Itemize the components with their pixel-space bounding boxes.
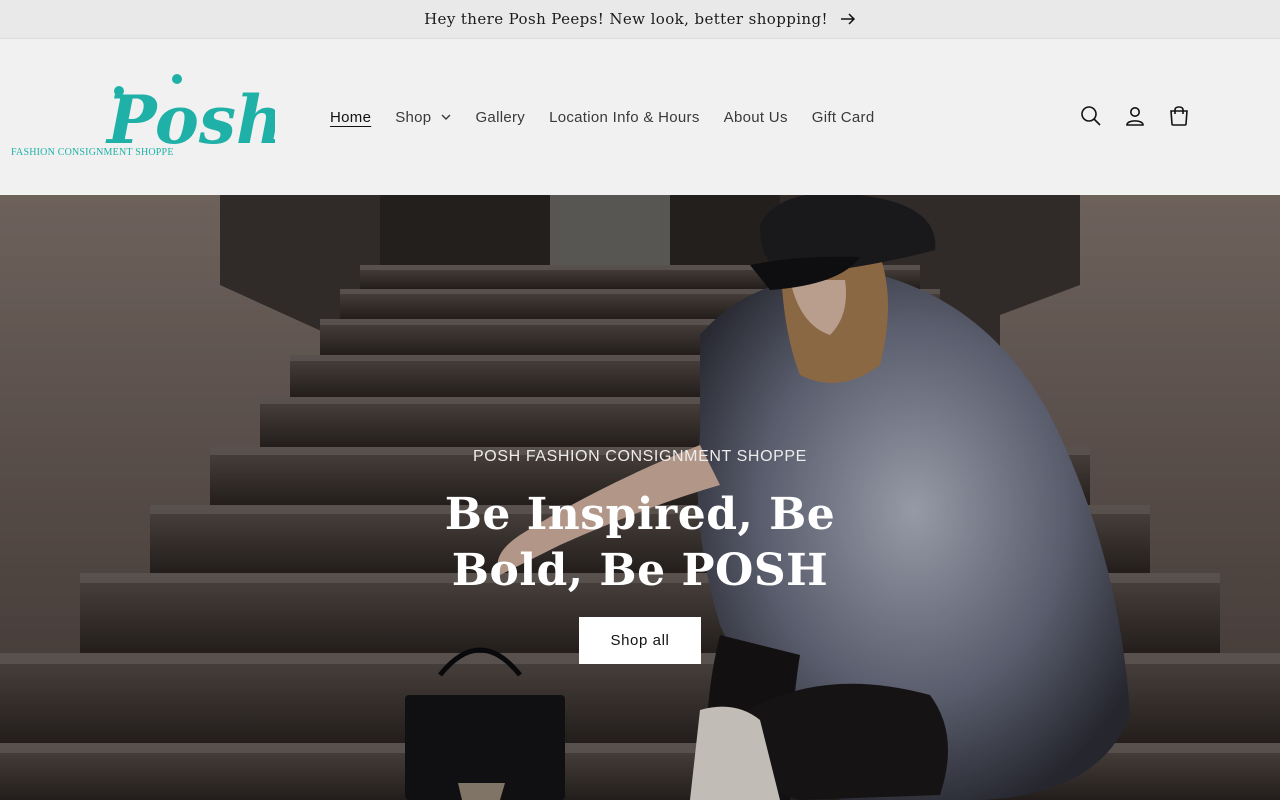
nav-item-label: About Us — [723, 108, 788, 126]
nav-item-label: Shop — [395, 108, 432, 126]
announcement-bar: Hey there Posh Peeps! New look, better s… — [0, 0, 1280, 39]
nav-item-label: Gallery — [475, 108, 526, 126]
nav-item-gift-card[interactable]: Gift Card — [812, 109, 875, 126]
search-button[interactable] — [1080, 104, 1102, 128]
cart-icon — [1170, 106, 1188, 126]
account-icon — [1126, 107, 1144, 126]
main-nav: Home Shop Gallery Location Info & Hours … — [330, 39, 898, 195]
announcement-link[interactable]: Hey there Posh Peeps! New look, better s… — [424, 10, 856, 28]
nav-item-gallery[interactable]: Gallery — [475, 109, 525, 126]
nav-item-label: Location Info & Hours — [549, 108, 700, 126]
cart-button[interactable] — [1168, 104, 1190, 128]
nav-item-label: Gift Card — [811, 108, 875, 126]
hero-subheading: POSH FASHION CONSIGNMENT SHOPPE — [473, 448, 807, 465]
nav-item-location[interactable]: Location Info & Hours — [549, 109, 700, 126]
nav-item-home[interactable]: Home — [330, 109, 371, 126]
chevron-down-icon — [441, 114, 451, 120]
hero-banner: POSH FASHION CONSIGNMENT SHOPPE Be Inspi… — [0, 195, 1280, 800]
nav-item-about[interactable]: About Us — [724, 109, 788, 126]
arrow-right-icon — [840, 13, 855, 25]
header-icons — [1080, 104, 1190, 128]
search-icon — [1081, 106, 1101, 126]
nav-item-shop[interactable]: Shop — [395, 109, 451, 126]
logo-tagline: FASHION CONSIGNMENT SHOPPE — [11, 147, 174, 158]
announcement-text: Hey there Posh Peeps! New look, better s… — [424, 10, 828, 28]
shop-all-button[interactable]: Shop all — [579, 617, 701, 664]
hero-content: POSH FASHION CONSIGNMENT SHOPPE Be Inspi… — [0, 195, 1280, 800]
nav-item-label: Home — [330, 108, 372, 126]
account-button[interactable] — [1124, 104, 1146, 128]
hero-heading: Be Inspired, Be Bold, Be POSH — [444, 489, 836, 596]
